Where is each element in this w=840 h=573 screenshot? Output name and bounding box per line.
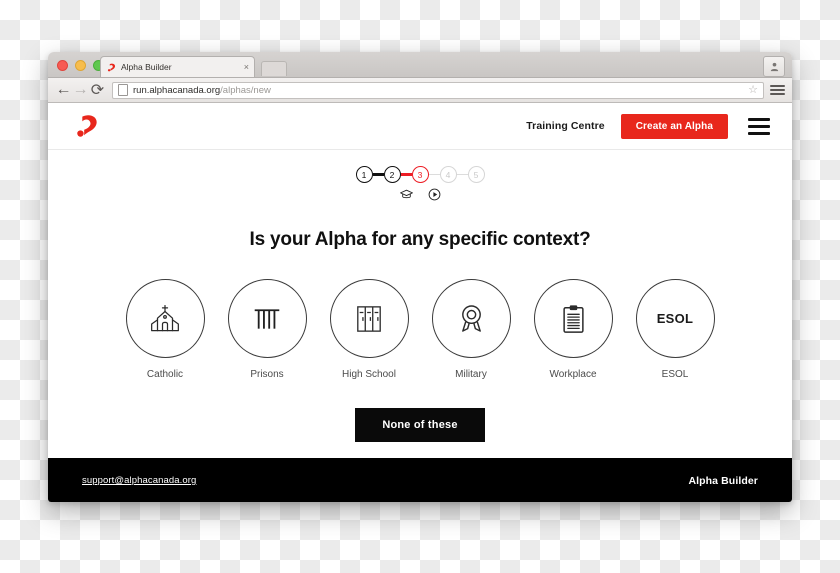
person-icon (770, 62, 778, 72)
minimize-window-button[interactable] (75, 60, 86, 71)
option-military-circle[interactable] (431, 279, 511, 358)
alpha-logo-icon (107, 63, 116, 71)
step-4[interactable]: 4 (439, 166, 457, 183)
alpha-logo[interactable] (70, 111, 104, 141)
step-5[interactable]: 5 (467, 166, 485, 183)
option-prisons-circle[interactable] (227, 279, 307, 358)
none-of-these-button[interactable]: None of these (355, 408, 485, 442)
step-connector-4 (456, 173, 468, 176)
browser-tab[interactable]: Alpha Builder × (100, 56, 255, 77)
forward-button[interactable]: → (72, 81, 89, 99)
address-bar[interactable]: run.alphacanada.org/alphas/new ☆ (112, 81, 764, 99)
new-tab-button[interactable] (261, 61, 287, 76)
page-heading: Is your Alpha for any specific context? (249, 229, 591, 250)
site-header: Training Centre Create an Alpha (48, 103, 792, 150)
browser-menu-icon[interactable] (770, 82, 785, 99)
step-1[interactable]: 1 (355, 166, 373, 183)
step-1-icon-slot (393, 187, 421, 201)
stepper-icons (392, 187, 449, 201)
option-prisons[interactable]: Prisons (227, 279, 307, 380)
option-catholic[interactable]: Catholic (125, 279, 205, 380)
option-catholic-label: Catholic (146, 369, 184, 380)
url-text: run.alphacanada.org/alphas/new (133, 85, 271, 96)
create-an-alpha-button[interactable]: Create an Alpha (620, 113, 728, 139)
medal-icon (461, 305, 481, 332)
option-workplace-circle[interactable] (533, 279, 613, 358)
step-3[interactable]: 3 (411, 166, 429, 183)
step-2[interactable]: 2 (383, 166, 401, 183)
church-icon (151, 304, 179, 331)
browser-url-bar: ← → ⟳ run.alphacanada.org/alphas/new ☆ (48, 78, 792, 103)
option-esol[interactable]: ESOL ESOL (635, 279, 715, 380)
browser-tab-title: Alpha Builder (121, 62, 172, 72)
url-path: /alphas/new (220, 84, 271, 96)
browser-tab-strip: Alpha Builder × (48, 52, 792, 78)
option-esol-circle[interactable]: ESOL (635, 279, 715, 358)
back-button[interactable]: ← (55, 81, 72, 99)
graduation-cap-icon (400, 189, 413, 198)
stepper-nodes: 1 2 3 4 5 (355, 166, 485, 183)
window-controls (57, 60, 104, 71)
hamburger-menu-icon[interactable] (748, 117, 770, 135)
browser-window: Alpha Builder × ← → ⟳ run.alphacanada.or… (48, 52, 792, 502)
training-centre-link[interactable]: Training Centre (526, 120, 605, 132)
option-esol-label: ESOL (661, 369, 689, 380)
none-of-these-wrap: None of these (48, 408, 792, 442)
option-military-label: Military (455, 369, 487, 380)
prison-bars-icon (254, 308, 280, 329)
option-workplace[interactable]: Workplace (533, 279, 613, 380)
step-connector-2 (400, 173, 412, 176)
option-prisons-label: Prisons (250, 369, 284, 380)
option-workplace-label: Workplace (549, 369, 597, 380)
close-window-button[interactable] (57, 60, 68, 71)
page-content: Training Centre Create an Alpha 1 2 3 4 … (48, 103, 792, 502)
support-email-link[interactable]: support@alphacanada.org (82, 475, 196, 486)
header-actions: Training Centre Create an Alpha (526, 113, 770, 139)
context-options-list: Catholic Prisons High School Military Wo… (48, 279, 792, 380)
bookmark-star-icon[interactable]: ☆ (748, 84, 758, 96)
footer-brand-label: Alpha Builder (688, 474, 758, 487)
option-catholic-circle[interactable] (125, 279, 205, 358)
clipboard-icon (562, 304, 584, 333)
play-circle-icon (428, 188, 441, 200)
page-info-icon (118, 84, 128, 96)
url-host: run.alphacanada.org (133, 84, 221, 96)
option-high-school-label: High School (342, 369, 396, 380)
option-military[interactable]: Military (431, 279, 511, 380)
profile-avatar-button[interactable] (763, 56, 785, 77)
step-connector-3 (428, 173, 440, 176)
progress-stepper: 1 2 3 4 5 (48, 150, 792, 201)
option-high-school-circle[interactable] (329, 279, 409, 358)
esol-text-icon: ESOL (656, 311, 694, 326)
site-footer: support@alphacanada.org Alpha Builder (48, 458, 792, 502)
reload-button[interactable]: ⟳ (89, 82, 106, 99)
tab-close-icon[interactable]: × (240, 62, 249, 72)
step-2-icon-slot (421, 187, 449, 201)
option-high-school[interactable]: High School (329, 279, 409, 380)
lockers-icon (357, 305, 381, 332)
step-connector-1 (372, 173, 384, 176)
